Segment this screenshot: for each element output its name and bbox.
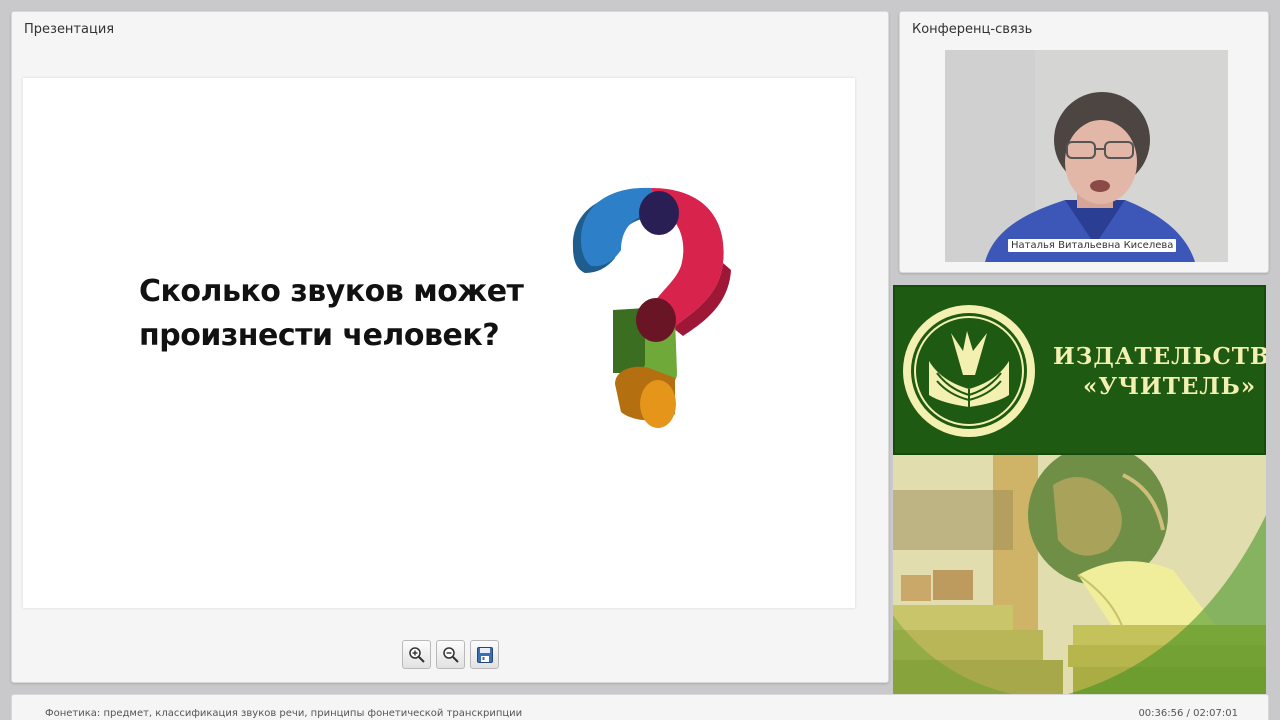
publisher-name-line2: «УЧИТЕЛЬ» bbox=[1083, 373, 1257, 400]
conference-title: Конференц-связь bbox=[912, 22, 1033, 37]
presentation-title: Презентация bbox=[24, 22, 115, 37]
presentation-panel: Презентация Сколько звуков может произне… bbox=[11, 11, 889, 683]
publisher-ad[interactable]: ИЗДАТЕЛЬСТВО «УЧИТЕЛЬ» bbox=[893, 285, 1266, 698]
publisher-name-line1: ИЗДАТЕЛЬСТВО bbox=[1053, 343, 1266, 370]
playback-bar: Фонетика: предмет, классификация звуков … bbox=[11, 694, 1269, 720]
books-globe-image bbox=[893, 455, 1266, 698]
slide-question-line1: Сколько звуков может bbox=[139, 274, 524, 309]
speaker-name-label: Наталья Витальевна Киселева bbox=[1008, 239, 1177, 252]
question-mark-graphic bbox=[572, 187, 731, 428]
zoom-out-button[interactable] bbox=[436, 640, 465, 669]
course-title: Фонетика: предмет, классификация звуков … bbox=[45, 708, 523, 719]
save-button[interactable] bbox=[470, 640, 499, 669]
zoom-in-icon bbox=[408, 646, 425, 663]
slide: Сколько звуков может произнести человек? bbox=[23, 78, 855, 608]
slide-question-line2: произнести человек? bbox=[139, 318, 500, 353]
time-display: 00:36:56 / 02:07:01 bbox=[1138, 708, 1238, 719]
slide-toolbar bbox=[402, 640, 499, 669]
publisher-banner: ИЗДАТЕЛЬСТВО «УЧИТЕЛЬ» bbox=[893, 285, 1266, 455]
zoom-out-icon bbox=[442, 646, 459, 663]
slide-question: Сколько звуков может произнести человек? bbox=[139, 270, 559, 358]
speaker-video: Наталья Витальевна Киселева bbox=[945, 50, 1228, 262]
zoom-in-button[interactable] bbox=[402, 640, 431, 669]
conference-panel: Конференц-связь Наталья Витальевна Кисел… bbox=[899, 11, 1269, 273]
speaker-video-frame bbox=[945, 50, 1228, 262]
save-icon bbox=[476, 646, 493, 663]
publisher-logo-icon bbox=[903, 305, 1035, 437]
